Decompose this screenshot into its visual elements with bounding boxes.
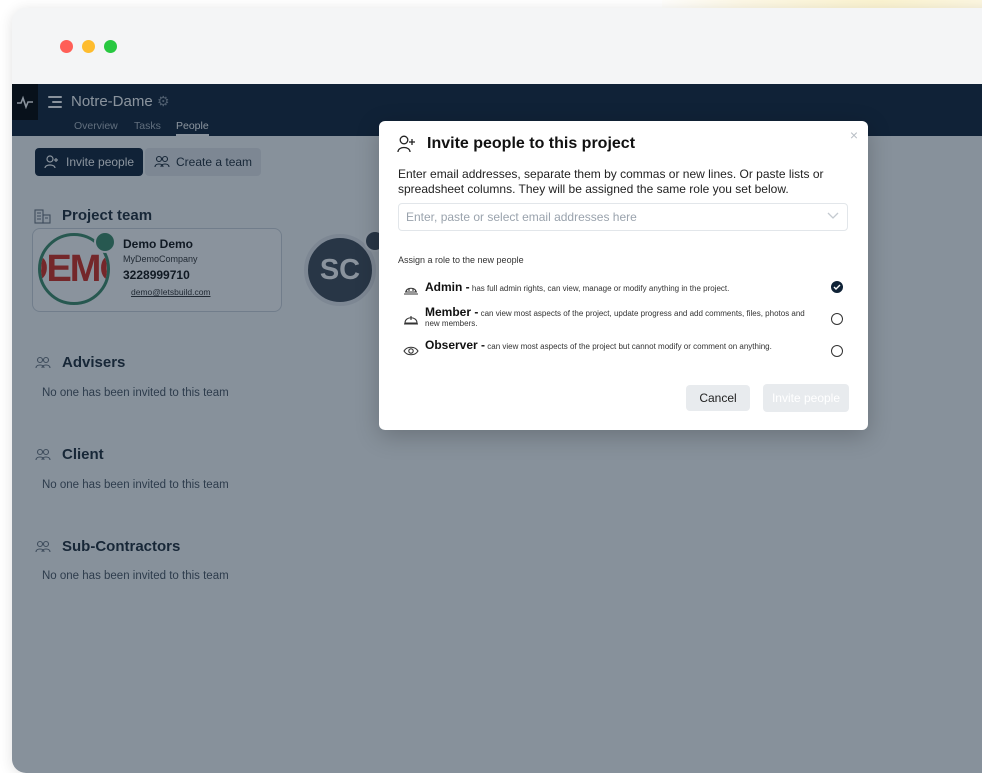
role-option-observer[interactable]: Observer - can view most aspects of the …	[403, 338, 843, 364]
email-placeholder: Enter, paste or select email addresses h…	[406, 210, 637, 224]
minimize-window-button[interactable]	[82, 40, 95, 53]
modal-description: Enter email addresses, separate them by …	[398, 167, 824, 196]
role-observer-name: Observer -	[425, 338, 486, 352]
modal-title: Invite people to this project	[397, 135, 635, 153]
role-member-description: can view most aspects of the project, up…	[425, 309, 805, 328]
cancel-button[interactable]: Cancel	[686, 385, 750, 411]
close-icon[interactable]: ×	[850, 127, 858, 143]
role-option-member[interactable]: Member - can view most aspects of the pr…	[403, 305, 843, 331]
eye-icon	[403, 346, 419, 356]
assign-role-label: Assign a role to the new people	[398, 255, 524, 265]
chevron-down-icon[interactable]	[827, 212, 839, 220]
invite-people-submit-button[interactable]: Invite people	[763, 384, 849, 412]
role-member-radio[interactable]	[831, 313, 843, 325]
role-admin-text: Admin - has full admin rights, can view,…	[425, 280, 820, 294]
hard-hat-icon	[404, 287, 418, 295]
invite-modal: × Invite people to this project Enter em…	[379, 121, 868, 430]
role-option-admin[interactable]: Admin - has full admin rights, can view,…	[403, 281, 843, 297]
add-user-icon	[397, 135, 415, 153]
role-observer-description: can view most aspects of the project but…	[487, 342, 772, 351]
modal-title-text: Invite people to this project	[427, 135, 636, 152]
maximize-window-button[interactable]	[104, 40, 117, 53]
role-admin-radio[interactable]	[831, 281, 843, 293]
role-admin-name: Admin -	[425, 280, 470, 294]
role-member-text: Member - can view most aspects of the pr…	[425, 305, 820, 329]
close-window-button[interactable]	[60, 40, 73, 53]
role-observer-text: Observer - can view most aspects of the …	[425, 338, 820, 352]
role-observer-radio[interactable]	[831, 345, 843, 357]
email-input[interactable]: Enter, paste or select email addresses h…	[398, 203, 848, 231]
role-admin-description: has full admin rights, can view, manage …	[471, 284, 730, 293]
window-titlebar	[12, 8, 982, 84]
role-member-name: Member -	[425, 305, 479, 319]
helmet-icon	[404, 316, 418, 325]
